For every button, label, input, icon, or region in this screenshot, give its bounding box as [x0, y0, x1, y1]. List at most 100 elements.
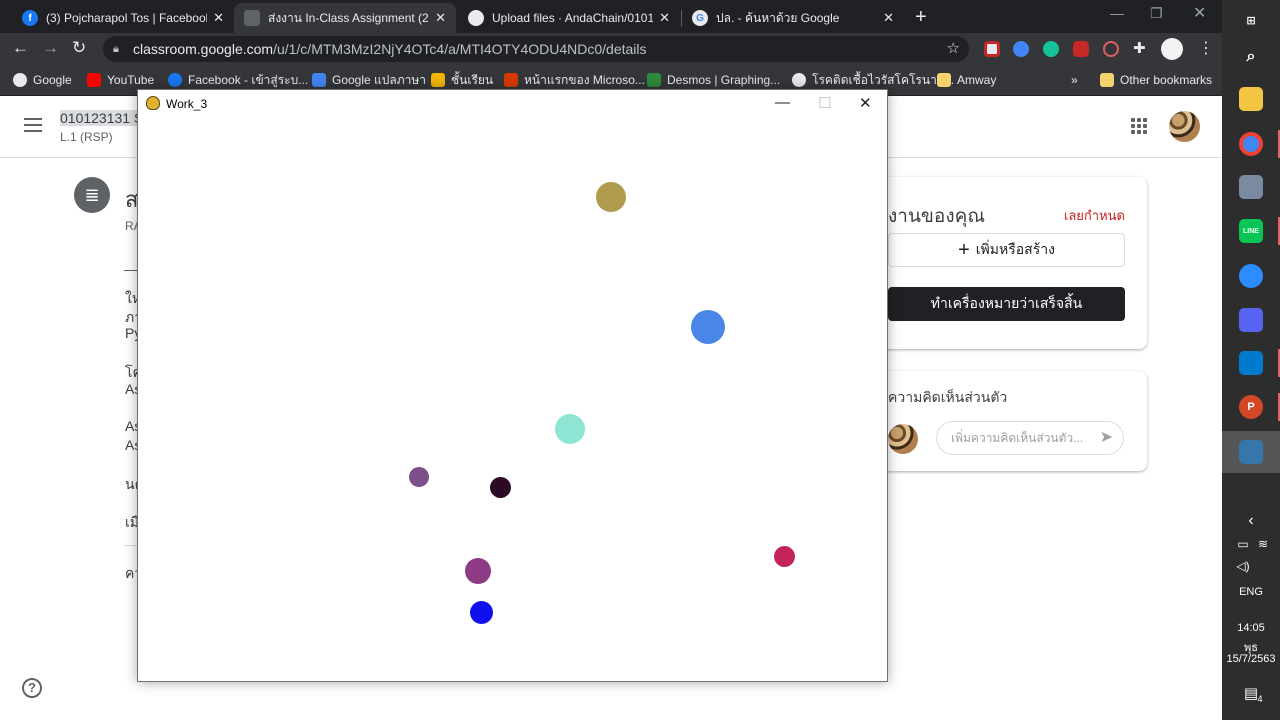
- close-window-icon[interactable]: ✕: [1193, 3, 1206, 23]
- help-icon[interactable]: ?: [22, 678, 42, 698]
- bookmark-star-icon[interactable]: ☆: [947, 36, 960, 62]
- discord-icon[interactable]: [1239, 308, 1263, 332]
- bookmarks-overflow-button[interactable]: »: [1071, 71, 1078, 89]
- facebook-icon: [168, 73, 182, 87]
- clock-date: 15/7/2563: [1226, 653, 1276, 665]
- language-indicator[interactable]: ENG: [1222, 586, 1280, 598]
- app-icon[interactable]: [1239, 175, 1263, 199]
- bookmark-translate[interactable]: Google แปลภาษา: [312, 71, 426, 89]
- private-comments-title: ความคิดเห็นส่วนตัว: [888, 389, 1008, 405]
- close-icon[interactable]: ✕: [659, 10, 670, 26]
- ball: [691, 310, 725, 344]
- line-icon[interactable]: LINE: [1239, 219, 1263, 243]
- mark-as-done-button[interactable]: ทำเครื่องหมายว่าเสร็จสิ้น: [888, 287, 1125, 321]
- volume-icon[interactable]: ◁): [1214, 559, 1272, 573]
- extension-ring-icon[interactable]: [1103, 41, 1119, 57]
- windows-icon[interactable]: ⊞: [1239, 8, 1263, 32]
- classroom-icon: [244, 10, 260, 26]
- tab-google-search[interactable]: G ปล. - ค้นหาด้วย Google ✕: [682, 3, 904, 33]
- reload-icon[interactable]: ↻: [72, 38, 86, 58]
- back-icon[interactable]: ←: [12, 38, 29, 58]
- search-icon[interactable]: ⌕: [1239, 45, 1263, 69]
- window-title: Work_3: [166, 97, 208, 111]
- google-icon: [792, 73, 806, 87]
- bookmark-label: Google: [33, 73, 72, 87]
- extension-pocket-icon[interactable]: [984, 41, 1000, 57]
- bookmark-amway[interactable]: Amway: [937, 71, 996, 89]
- bookmark-desmos[interactable]: Desmos | Graphing...: [647, 71, 780, 89]
- send-icon[interactable]: ➤: [1100, 422, 1113, 454]
- bookmark-label: YouTube: [107, 73, 155, 87]
- windows-taskbar: ⊞ ⌕ LINE P ‹ ▭ ≋ ◁) ENG 14:05 พุธ 15/7/2…: [1222, 0, 1280, 720]
- avatar[interactable]: [1169, 111, 1200, 142]
- office-icon: [504, 73, 518, 87]
- menu-icon[interactable]: ⋮: [1198, 38, 1214, 58]
- close-icon[interactable]: ✕: [859, 94, 872, 112]
- wifi-icon[interactable]: ≋: [1234, 537, 1280, 551]
- bookmark-label: Facebook - เข้าสู่ระบ...: [188, 72, 309, 87]
- address-bar[interactable]: 🔒︎ classroom.google.com/u/1/c/MTM3MzI2Nj…: [103, 36, 969, 62]
- due-status: เลยกำหนด: [1063, 208, 1125, 223]
- ball: [465, 558, 491, 584]
- google-apps-icon[interactable]: [1131, 118, 1147, 134]
- profile-avatar[interactable]: [1161, 38, 1183, 60]
- assignment-icon: ≣: [74, 177, 110, 213]
- bookmark-google[interactable]: Google: [13, 71, 72, 89]
- new-tab-icon[interactable]: +: [915, 6, 927, 29]
- add-button-label: เพิ่มหรือสร้าง: [975, 241, 1055, 257]
- your-work-card: งานของคุณ เลยกำหนด + เพิ่มหรือสร้าง ทำเคร…: [860, 177, 1147, 349]
- extensions-puzzle-icon[interactable]: ✚: [1133, 39, 1146, 57]
- bookmark-facebook[interactable]: Facebook - เข้าสู่ระบ...: [168, 71, 308, 89]
- close-icon[interactable]: ✕: [435, 10, 446, 26]
- bookmark-youtube[interactable]: YouTube: [87, 71, 154, 89]
- show-hidden-icons-icon[interactable]: ‹: [1222, 512, 1280, 530]
- close-icon[interactable]: ✕: [213, 10, 224, 26]
- tab-github[interactable]: Upload files · AndaChain/010123 ✕: [458, 3, 680, 33]
- comment-input[interactable]: เพิ่มความคิดเห็นส่วนตัว... ➤: [936, 421, 1124, 455]
- tab-facebook[interactable]: f (3) Pojcharapol Tos | Facebook ✕: [12, 3, 234, 33]
- extension-search-icon[interactable]: [1013, 41, 1029, 57]
- tab-title: ส่งงาน In-Class Assignment (2020·: [268, 10, 429, 25]
- hamburger-menu-icon[interactable]: [24, 118, 42, 136]
- folder-icon: [937, 73, 951, 87]
- ball: [555, 414, 585, 444]
- bookmark-covid[interactable]: โรคติดเชื้อไวรัสโคโรนาส...: [792, 71, 954, 89]
- browser-window: f (3) Pojcharapol Tos | Facebook ✕ ส่งงา…: [0, 0, 1222, 720]
- python-icon[interactable]: [1239, 440, 1263, 464]
- ball: [409, 467, 429, 487]
- classroom-icon: [431, 73, 445, 87]
- private-comments-card: ความคิดเห็นส่วนตัว เพิ่มความคิดเห็นส่วนต…: [860, 371, 1147, 471]
- bookmark-label: หน้าแรกของ Microso...: [524, 72, 645, 87]
- add-or-create-button[interactable]: + เพิ่มหรือสร้าง: [888, 233, 1125, 267]
- extension-red-icon[interactable]: [1073, 41, 1089, 57]
- powerpoint-icon[interactable]: P: [1239, 395, 1263, 419]
- vscode-icon[interactable]: [1239, 351, 1263, 375]
- minimize-icon[interactable]: —: [1110, 5, 1124, 21]
- url-host: classroom.google.com: [133, 41, 274, 57]
- other-bookmarks[interactable]: Other bookmarks: [1100, 71, 1212, 89]
- bookmark-microsoft[interactable]: หน้าแรกของ Microso...: [504, 71, 645, 89]
- notification-count: 4: [1257, 694, 1263, 704]
- minimize-icon[interactable]: —: [775, 94, 790, 111]
- game-canvas[interactable]: [138, 118, 887, 681]
- ball: [774, 546, 795, 567]
- divider: [124, 270, 138, 271]
- clock-time[interactable]: 14:05: [1222, 622, 1280, 634]
- course-title[interactable]: 010123131 S: [60, 110, 144, 126]
- zoom-icon[interactable]: [1239, 264, 1263, 288]
- forward-icon[interactable]: →: [42, 38, 59, 58]
- bookmark-classroom[interactable]: ชั้นเรียน: [431, 71, 493, 89]
- restore-icon[interactable]: ❐: [1150, 5, 1163, 22]
- tab-classroom[interactable]: ส่งงาน In-Class Assignment (2020· ✕: [234, 3, 456, 33]
- toolbar: ← → ↻ 🔒︎ classroom.google.com/u/1/c/MTM3…: [0, 33, 1222, 65]
- file-explorer-icon[interactable]: [1239, 87, 1263, 111]
- tab-title: Upload files · AndaChain/010123: [492, 11, 654, 25]
- url-path: /u/1/c/MTM3MzI2NjY4OTc4/a/MTI4OTY4ODU4ND…: [273, 41, 647, 57]
- extension-grammarly-icon[interactable]: [1043, 41, 1059, 57]
- lock-icon: 🔒︎: [113, 43, 119, 55]
- ball: [490, 477, 511, 498]
- window-titlebar[interactable]: Work_3 — ☐ ✕: [138, 90, 887, 118]
- close-icon[interactable]: ✕: [883, 10, 894, 26]
- course-subtitle: L.1 (RSP): [60, 130, 113, 144]
- chrome-icon[interactable]: [1239, 132, 1263, 156]
